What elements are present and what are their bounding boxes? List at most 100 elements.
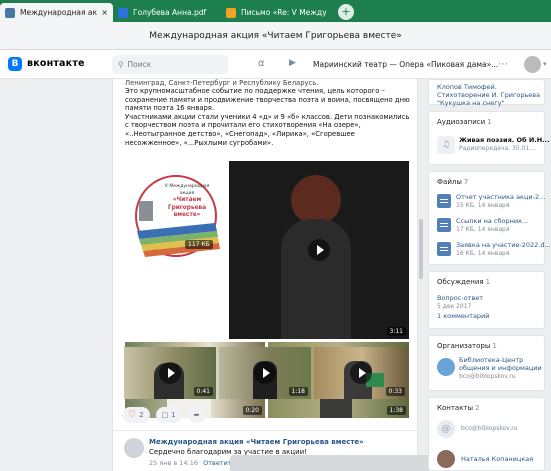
minimized-popup-bar[interactable] [230, 455, 438, 471]
share-icon: ➦ [193, 411, 200, 419]
contact-email[interactable]: bco@biblopskov.ru [461, 425, 518, 432]
discussion-date: 5 дек 2017 [437, 303, 472, 310]
post-paragraph-1: Это крупномасштабное событие по поддержк… [125, 87, 410, 113]
poster-line: вместе» [173, 211, 201, 218]
document-icon [437, 218, 451, 232]
video-thumbnail-4[interactable]: 0:41 [124, 347, 216, 399]
audio-count: 1 [487, 118, 492, 126]
vk-favicon-icon [118, 7, 128, 18]
video-presenter-body [281, 219, 351, 339]
comment-button[interactable]: □ 1 [155, 407, 182, 423]
organizer-name-2[interactable]: общения и информации [459, 364, 542, 372]
post-divider [112, 430, 418, 431]
organizers-block: Организаторы 1 Библиотека-Центр общения и… [428, 335, 545, 391]
audio-track-title[interactable]: Живая поэзия. Об И.Н... [459, 136, 550, 144]
tab-title: Голубева Анна.pdf [133, 8, 207, 17]
file-meta: 16 КБ, 14 января [456, 250, 510, 257]
like-count: 2 [139, 411, 144, 419]
post-text: Ленинград, Санкт-Петербург и Республику … [125, 79, 413, 147]
play-button-icon[interactable] [159, 362, 181, 384]
browser-tab-active[interactable]: Международная акци × [0, 3, 113, 22]
file-link[interactable]: Заявка на участие-2022.d... [456, 241, 551, 249]
organizer-name-1[interactable]: Библиотека-Центр [459, 356, 523, 364]
video-duration: 1:18 [288, 387, 308, 396]
post-paragraph-2: Участниками акции стали ученики 4 «д» и … [125, 112, 410, 147]
avatar[interactable] [437, 358, 455, 376]
browser-tab-pdf[interactable]: Голубева Анна.pdf [113, 3, 221, 22]
vk-brand-name[interactable]: вконтакте [27, 58, 85, 69]
audio-track-sub: Радиопередача. 30.01... [459, 145, 535, 152]
mail-icon [226, 7, 236, 18]
organizers-count: 1 [492, 342, 497, 350]
play-icon[interactable]: ▶ [289, 58, 296, 68]
discussions-block: Обсуждения 1 Вопрос-ответ 5 дек 2017 1 ко… [428, 271, 545, 329]
discussion-topic-link[interactable]: Вопрос-ответ [437, 294, 483, 302]
chevron-down-icon[interactable]: ▾ [543, 60, 547, 68]
search-input[interactable] [127, 60, 218, 69]
discussions-count: 1 [485, 278, 491, 286]
window-title: Международная акция «Читаем Григорьева в… [0, 22, 551, 50]
files-heading[interactable]: Файлы 7 [437, 178, 468, 186]
audio-block: Аудиозаписи 1 ♫ Живая поэзия. Об И.Н... Р… [428, 111, 550, 165]
like-button[interactable]: ♡ 2 [122, 407, 150, 423]
document-icon [437, 242, 451, 256]
files-block: Файлы 7 Отчет участника акци-2... 15 КБ, … [428, 171, 551, 265]
file-link[interactable]: Ссылки на сборник... [456, 217, 528, 225]
file-link[interactable]: Отчет участника акци-2... [456, 193, 545, 201]
video-thumbnail-5[interactable]: 1:18 [219, 347, 311, 399]
organizers-title: Организаторы [437, 342, 491, 350]
poster-line: V Международная [164, 184, 210, 189]
discussions-title: Обсуждения [437, 278, 484, 286]
comment-author[interactable]: Международная акция «Читаем Григорьева в… [149, 438, 364, 446]
contacts-heading[interactable]: Контакты 2 [437, 404, 480, 412]
tab-close-icon[interactable]: × [101, 8, 108, 17]
play-button-icon[interactable] [254, 362, 276, 384]
files-title: Файлы [437, 178, 462, 186]
new-tab-button[interactable]: + [338, 4, 354, 20]
contacts-block: Контакты 2 @ bco@biblopskov.ru Наталья Ко… [428, 397, 545, 471]
play-button-icon[interactable] [308, 239, 330, 261]
music-note-icon[interactable]: ♫ [437, 136, 455, 154]
discussions-heading[interactable]: Обсуждения 1 [437, 278, 490, 286]
scrollbar-thumb[interactable] [419, 219, 423, 279]
notifications-bell-icon[interactable]: ⍺ [258, 58, 265, 69]
sidebar-video-link[interactable]: Клопов Тимофей. Стихотворение И. Григорь… [437, 83, 543, 107]
file-meta: 17 КБ, 14 января [456, 226, 510, 233]
vk-logo-icon[interactable]: B [8, 57, 22, 71]
comment-count: 1 [171, 411, 176, 419]
discussion-comments-link[interactable]: 1 комментарий [437, 312, 490, 320]
browser-tab-mail[interactable]: Письмо «Re: V Междунар [221, 3, 332, 22]
contact-person[interactable]: Наталья Копаницкая [461, 455, 533, 463]
video-duration: 0:41 [193, 387, 213, 396]
photo-size-badge: 117 КБ [185, 240, 213, 249]
video-presenter [291, 175, 341, 225]
vk-favicon-icon [5, 7, 15, 18]
contacts-title: Контакты [437, 404, 474, 412]
video-link-block: Клопов Тимофей. Стихотворение И. Григорь… [428, 79, 545, 107]
comment-date: 25 янв в 14:16 [149, 459, 199, 467]
file-meta: 15 КБ, 14 января [456, 202, 510, 209]
video-duration: 0:20 [242, 406, 262, 415]
avatar[interactable] [124, 438, 144, 458]
video-thumbnail-6[interactable]: 0:33 [314, 347, 408, 399]
page-scrollbar[interactable] [419, 79, 423, 471]
now-playing-track[interactable]: Мариинский театр — Опера «Пиковая дама».… [313, 60, 498, 69]
reaction-bar: ♡ 2 □ 1 ➦ [122, 407, 206, 423]
share-button[interactable]: ➦ [187, 407, 206, 423]
organizers-heading[interactable]: Организаторы 1 [437, 342, 497, 350]
email-at-icon: @ [437, 420, 455, 438]
tab-title: Международная акци [20, 8, 98, 17]
avatar[interactable] [437, 450, 455, 468]
audio-heading[interactable]: Аудиозаписи 1 [437, 118, 492, 126]
heart-icon: ♡ [128, 410, 137, 420]
video-duration: 1:38 [386, 406, 406, 415]
avatar[interactable] [524, 56, 541, 73]
files-count: 7 [463, 178, 469, 186]
search-box[interactable]: ⚲ [112, 55, 228, 74]
community-sidebar: Клопов Тимофей. Стихотворение И. Григорь… [428, 79, 551, 471]
search-icon: ⚲ [118, 60, 124, 69]
post-photo-poster[interactable]: V Международная акция «Читаем Григорьева… [125, 161, 227, 339]
apps-grid-icon[interactable]: ⋯ [498, 59, 508, 70]
play-button-icon[interactable] [350, 362, 372, 384]
video-thumbnail-1[interactable]: 3:11 [229, 161, 409, 339]
